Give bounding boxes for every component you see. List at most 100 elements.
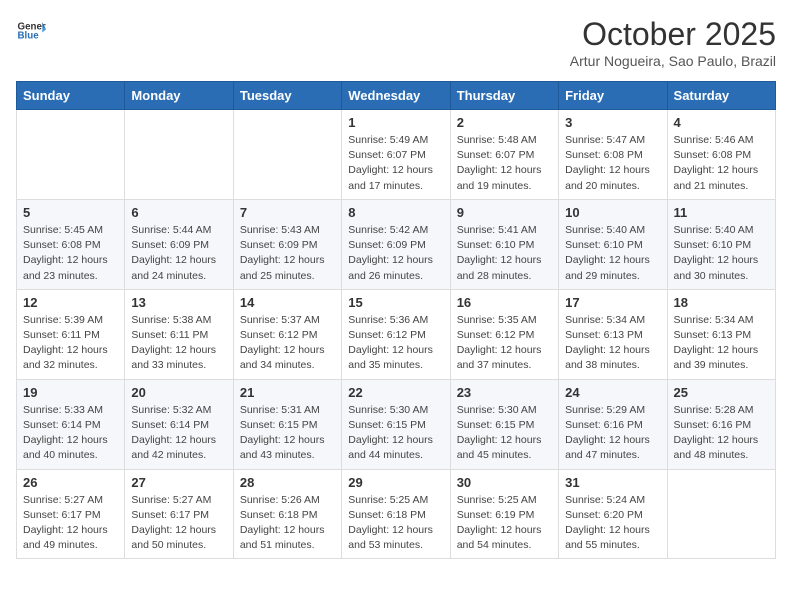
week-row-4: 19 Sunrise: 5:33 AM Sunset: 6:14 PM Dayli… — [17, 379, 776, 469]
logo-icon: General Blue — [16, 16, 46, 46]
day-info: Sunrise: 5:25 AM Sunset: 6:19 PM Dayligh… — [457, 493, 552, 554]
day-number: 3 — [565, 115, 660, 130]
logo: General Blue — [16, 16, 46, 46]
day-number: 29 — [348, 475, 443, 490]
day-number: 10 — [565, 205, 660, 220]
day-number: 24 — [565, 385, 660, 400]
day-number: 14 — [240, 295, 335, 310]
day-number: 6 — [131, 205, 226, 220]
calendar-cell — [125, 110, 233, 200]
day-number: 26 — [23, 475, 118, 490]
calendar-cell: 28Sunrise: 5:26 AM Sunset: 6:18 PM Dayli… — [233, 469, 341, 559]
calendar-cell: 29 Sunrise: 5:25 AM Sunset: 6:18 PM Dayli… — [342, 469, 450, 559]
day-number: 22 — [348, 385, 443, 400]
day-info: Sunrise: 5:39 AM Sunset: 6:11 PM Dayligh… — [23, 313, 118, 374]
calendar-cell: 8 Sunrise: 5:42 AM Sunset: 6:09 PM Daylig… — [342, 199, 450, 289]
calendar-cell: 9 Sunrise: 5:41 AM Sunset: 6:10 PM Daylig… — [450, 199, 558, 289]
day-number: 27 — [131, 475, 226, 490]
day-info: Sunrise: 5:42 AM Sunset: 6:09 PM Dayligh… — [348, 223, 443, 284]
calendar-cell: 10 Sunrise: 5:40 AM Sunset: 6:10 PM Dayli… — [559, 199, 667, 289]
day-number: 16 — [457, 295, 552, 310]
day-number: 1 — [348, 115, 443, 130]
week-row-5: 26 Sunrise: 5:27 AM Sunset: 6:17 PM Dayli… — [17, 469, 776, 559]
day-info: Sunrise: 5:48 AM Sunset: 6:07 PM Dayligh… — [457, 133, 552, 194]
calendar-cell: 2 Sunrise: 5:48 AM Sunset: 6:07 PM Daylig… — [450, 110, 558, 200]
calendar-cell: 13 Sunrise: 5:38 AM Sunset: 6:11 PM Dayli… — [125, 289, 233, 379]
day-number: 15 — [348, 295, 443, 310]
day-info: Sunrise: 5:29 AM Sunset: 6:16 PM Dayligh… — [565, 403, 660, 464]
calendar-cell: 6 Sunrise: 5:44 AM Sunset: 6:09 PM Daylig… — [125, 199, 233, 289]
svg-text:Blue: Blue — [18, 31, 40, 42]
day-info: Sunrise: 5:41 AM Sunset: 6:10 PM Dayligh… — [457, 223, 552, 284]
calendar-table: SundayMondayTuesdayWednesdayThursdayFrid… — [16, 81, 776, 559]
calendar-cell: 14 Sunrise: 5:37 AM Sunset: 6:12 PM Dayli… — [233, 289, 341, 379]
calendar-cell: 31 Sunrise: 5:24 AM Sunset: 6:20 PM Dayli… — [559, 469, 667, 559]
calendar-cell: 19 Sunrise: 5:33 AM Sunset: 6:14 PM Dayli… — [17, 379, 125, 469]
calendar-cell — [667, 469, 775, 559]
day-info: Sunrise: 5:40 AM Sunset: 6:10 PM Dayligh… — [674, 223, 769, 284]
day-info: Sunrise: 5:30 AM Sunset: 6:15 PM Dayligh… — [348, 403, 443, 464]
calendar-cell: 1 Sunrise: 5:49 AM Sunset: 6:07 PM Daylig… — [342, 110, 450, 200]
day-number: 20 — [131, 385, 226, 400]
day-info: Sunrise: 5:37 AM Sunset: 6:12 PM Dayligh… — [240, 313, 335, 374]
day-number: 25 — [674, 385, 769, 400]
day-info: Sunrise: 5:24 AM Sunset: 6:20 PM Dayligh… — [565, 493, 660, 554]
day-number: 5 — [23, 205, 118, 220]
header: General Blue October 2025 Artur Nogueira… — [16, 16, 776, 69]
day-info: Sunrise: 5:33 AM Sunset: 6:14 PM Dayligh… — [23, 403, 118, 464]
day-number: 23 — [457, 385, 552, 400]
calendar-cell: 23 Sunrise: 5:30 AM Sunset: 6:15 PM Dayli… — [450, 379, 558, 469]
calendar-cell — [17, 110, 125, 200]
day-info: Sunrise: 5:44 AM Sunset: 6:09 PM Dayligh… — [131, 223, 226, 284]
calendar-cell: 12 Sunrise: 5:39 AM Sunset: 6:11 PM Dayli… — [17, 289, 125, 379]
calendar-subtitle: Artur Nogueira, Sao Paulo, Brazil — [570, 53, 776, 69]
week-row-3: 12 Sunrise: 5:39 AM Sunset: 6:11 PM Dayli… — [17, 289, 776, 379]
day-info: Sunrise: 5:49 AM Sunset: 6:07 PM Dayligh… — [348, 133, 443, 194]
day-info: Sunrise: 5:34 AM Sunset: 6:13 PM Dayligh… — [674, 313, 769, 374]
day-info: Sunrise: 5:38 AM Sunset: 6:11 PM Dayligh… — [131, 313, 226, 374]
calendar-cell: 17Sunrise: 5:34 AM Sunset: 6:13 PM Dayli… — [559, 289, 667, 379]
calendar-cell: 18Sunrise: 5:34 AM Sunset: 6:13 PM Dayli… — [667, 289, 775, 379]
weekday-header-sunday: Sunday — [17, 82, 125, 110]
weekday-header-friday: Friday — [559, 82, 667, 110]
day-number: 31 — [565, 475, 660, 490]
day-info: Sunrise: 5:31 AM Sunset: 6:15 PM Dayligh… — [240, 403, 335, 464]
day-number: 30 — [457, 475, 552, 490]
weekday-header-monday: Monday — [125, 82, 233, 110]
day-number: 9 — [457, 205, 552, 220]
day-info: Sunrise: 5:28 AM Sunset: 6:16 PM Dayligh… — [674, 403, 769, 464]
calendar-cell: 15 Sunrise: 5:36 AM Sunset: 6:12 PM Dayli… — [342, 289, 450, 379]
calendar-cell: 3 Sunrise: 5:47 AM Sunset: 6:08 PM Daylig… — [559, 110, 667, 200]
day-info: Sunrise: 5:43 AM Sunset: 6:09 PM Dayligh… — [240, 223, 335, 284]
calendar-cell: 11Sunrise: 5:40 AM Sunset: 6:10 PM Dayli… — [667, 199, 775, 289]
day-number: 2 — [457, 115, 552, 130]
day-number: 21 — [240, 385, 335, 400]
day-info: Sunrise: 5:36 AM Sunset: 6:12 PM Dayligh… — [348, 313, 443, 374]
day-info: Sunrise: 5:27 AM Sunset: 6:17 PM Dayligh… — [23, 493, 118, 554]
day-info: Sunrise: 5:40 AM Sunset: 6:10 PM Dayligh… — [565, 223, 660, 284]
weekday-header-thursday: Thursday — [450, 82, 558, 110]
day-number: 13 — [131, 295, 226, 310]
calendar-cell: 16Sunrise: 5:35 AM Sunset: 6:12 PM Dayli… — [450, 289, 558, 379]
day-number: 8 — [348, 205, 443, 220]
calendar-cell: 21 Sunrise: 5:31 AM Sunset: 6:15 PM Dayli… — [233, 379, 341, 469]
calendar-cell: 22 Sunrise: 5:30 AM Sunset: 6:15 PM Dayli… — [342, 379, 450, 469]
day-info: Sunrise: 5:25 AM Sunset: 6:18 PM Dayligh… — [348, 493, 443, 554]
calendar-cell: 20 Sunrise: 5:32 AM Sunset: 6:14 PM Dayli… — [125, 379, 233, 469]
day-info: Sunrise: 5:46 AM Sunset: 6:08 PM Dayligh… — [674, 133, 769, 194]
day-number: 19 — [23, 385, 118, 400]
week-row-2: 5 Sunrise: 5:45 AM Sunset: 6:08 PM Daylig… — [17, 199, 776, 289]
weekday-header-wednesday: Wednesday — [342, 82, 450, 110]
day-info: Sunrise: 5:30 AM Sunset: 6:15 PM Dayligh… — [457, 403, 552, 464]
title-section: October 2025 Artur Nogueira, Sao Paulo, … — [570, 16, 776, 69]
day-info: Sunrise: 5:47 AM Sunset: 6:08 PM Dayligh… — [565, 133, 660, 194]
day-number: 12 — [23, 295, 118, 310]
day-info: Sunrise: 5:45 AM Sunset: 6:08 PM Dayligh… — [23, 223, 118, 284]
day-number: 7 — [240, 205, 335, 220]
calendar-cell: 5 Sunrise: 5:45 AM Sunset: 6:08 PM Daylig… — [17, 199, 125, 289]
calendar-cell: 4Sunrise: 5:46 AM Sunset: 6:08 PM Daylig… — [667, 110, 775, 200]
day-number: 17 — [565, 295, 660, 310]
day-number: 28 — [240, 475, 335, 490]
day-info: Sunrise: 5:32 AM Sunset: 6:14 PM Dayligh… — [131, 403, 226, 464]
weekday-header-tuesday: Tuesday — [233, 82, 341, 110]
